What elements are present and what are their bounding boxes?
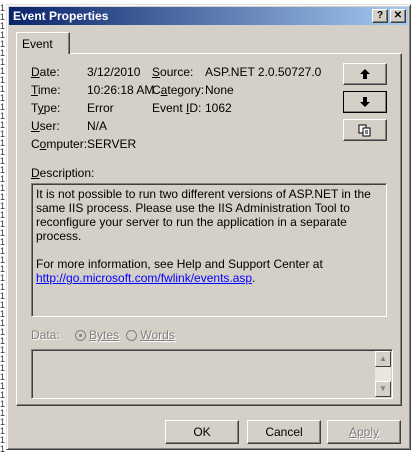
help-link[interactable]: http://go.microsoft.com/fwlink/events.as…: [36, 271, 252, 285]
description-help-text: For more information, see Help and Suppo…: [36, 257, 323, 271]
words-radio-icon: [126, 330, 138, 341]
type-value: Error: [87, 101, 114, 115]
source-label: Source:: [152, 65, 194, 79]
scroll-down-button[interactable]: ▼: [375, 381, 391, 397]
description-paragraph-1: It is not possible to run two different …: [36, 187, 371, 243]
description-label: Description:: [31, 166, 95, 180]
words-radio[interactable]: Words: [126, 328, 175, 342]
next-event-button[interactable]: [343, 91, 387, 113]
data-label: Data:: [31, 328, 60, 342]
date-label: Date:: [31, 65, 60, 79]
category-label: Category:: [152, 83, 205, 97]
data-scrollbar[interactable]: ▲ ▼: [375, 351, 391, 397]
source-value: ASP.NET 2.0.50727.0: [205, 65, 322, 79]
copy-button[interactable]: [343, 119, 387, 141]
close-button[interactable]: ✕: [390, 9, 406, 23]
eventid-label: Event ID:: [152, 101, 202, 115]
apply-button[interactable]: Apply: [327, 420, 401, 444]
type-label: Type:: [31, 101, 61, 115]
ok-button[interactable]: OK: [165, 420, 239, 444]
help-button[interactable]: ?: [372, 9, 388, 23]
previous-event-button[interactable]: [343, 63, 387, 85]
cancel-button[interactable]: Cancel: [247, 420, 321, 444]
data-box[interactable]: ▲ ▼: [31, 349, 393, 399]
eventid-value: 1062: [205, 101, 232, 115]
computer-value: SERVER: [87, 137, 137, 151]
date-value: 3/12/2010: [87, 65, 141, 79]
link-suffix: .: [252, 271, 256, 285]
arrow-up-icon: [360, 69, 370, 79]
time-value: 10:26:18 AM: [87, 83, 155, 97]
arrow-down-icon: [360, 97, 370, 107]
tab-event[interactable]: Event: [16, 32, 70, 54]
scroll-down-icon: ▼: [379, 384, 387, 393]
title-bar[interactable]: Event Properties ? ✕: [9, 7, 408, 25]
description-paragraph-2: For more information, see Help and Suppo…: [36, 257, 382, 285]
data-row: Data: Bytes Words: [31, 328, 175, 342]
bytes-radio-icon: [75, 330, 87, 341]
category-value: None: [205, 83, 234, 97]
user-value: N/A: [87, 119, 108, 133]
scroll-up-button[interactable]: ▲: [375, 351, 391, 367]
bytes-label: Bytes: [89, 328, 120, 342]
time-label: Time:: [31, 83, 61, 97]
computer-label: Computer:: [31, 137, 88, 151]
bytes-radio[interactable]: Bytes: [75, 328, 119, 342]
window-title: Event Properties: [13, 9, 109, 23]
words-label: Words: [140, 328, 175, 342]
description-box[interactable]: It is not possible to run two different …: [31, 183, 387, 317]
help-icon: ?: [376, 10, 384, 21]
user-label: User:: [31, 119, 60, 133]
apply-label: Apply: [348, 425, 380, 439]
scroll-up-icon: ▲: [379, 354, 387, 363]
tab-event-label: Event: [22, 37, 53, 51]
copy-icon: [358, 124, 371, 137]
close-icon: ✕: [393, 10, 403, 21]
event-properties-window: Event Properties ? ✕ Event Date: 3/12/20…: [6, 4, 411, 450]
